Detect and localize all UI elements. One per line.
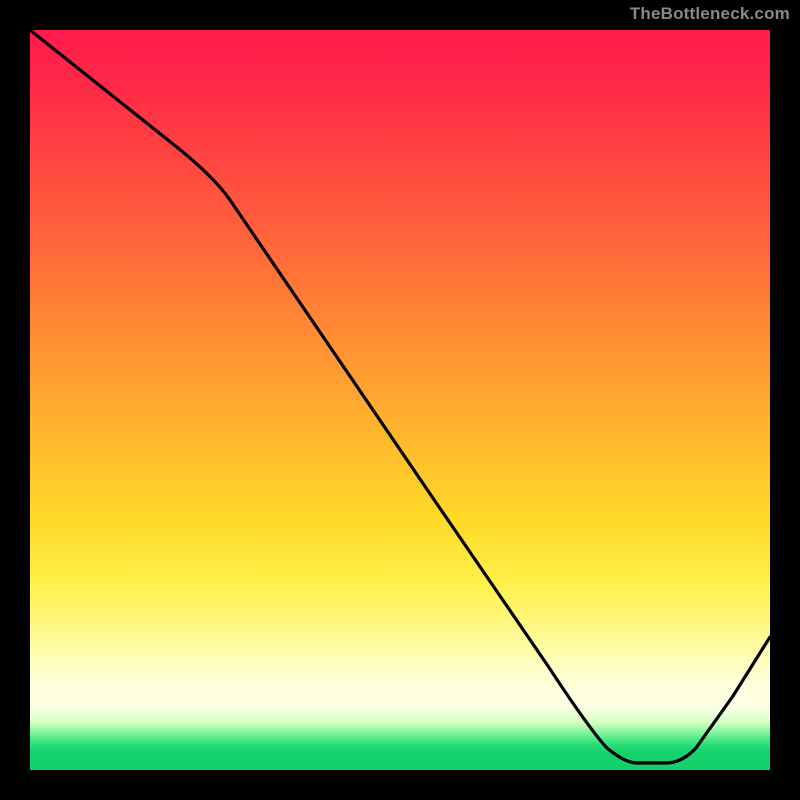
plot-area [30,30,770,770]
chart-frame: TheBottleneck.com [0,0,800,800]
watermark-text: TheBottleneck.com [630,4,790,24]
bottleneck-curve-path [30,30,770,763]
bottleneck-curve [30,30,770,770]
